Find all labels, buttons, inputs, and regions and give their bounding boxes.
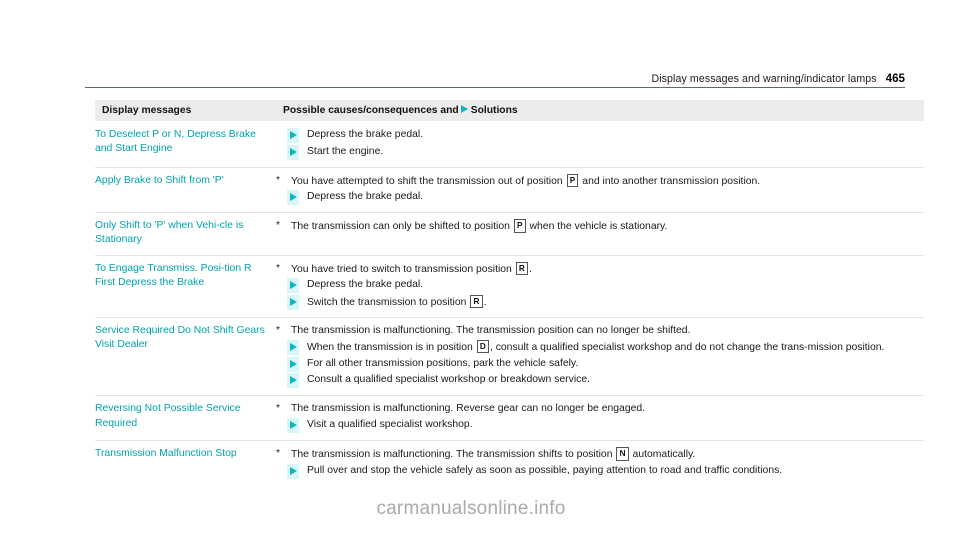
display-message-cell: Service Required Do Not Shift Gears Visi… — [95, 317, 273, 396]
triangle-glyph — [289, 466, 297, 475]
display-message-cell: Apply Brake to Shift from 'P' — [95, 166, 273, 213]
causes-solutions-cell: * The transmission is malfunctioning. Rev… — [273, 395, 924, 441]
causes-solutions-cell: * You have attempted to shift the transmi… — [273, 166, 924, 213]
asterisk-icon: * — [276, 325, 281, 337]
display-message-cell: Reversing Not Possible Service Required — [95, 395, 273, 441]
solution-arrow-icon — [287, 417, 299, 433]
cause-item: * The transmission is malfunctioning. Rev… — [276, 403, 646, 415]
triangle-glyph — [289, 281, 297, 290]
asterisk-icon: * — [276, 220, 281, 232]
solution-item: Visit a qualified specialist workshop. — [273, 417, 924, 433]
table-body: To Deselect P or N, Depress Brake and St… — [95, 122, 924, 486]
display-message-cell: To Engage Transmiss. Posi-tion R First D… — [95, 254, 273, 318]
solution-arrow-icon — [287, 190, 299, 206]
table-head: Display messages Possible causes/consequ… — [95, 100, 924, 122]
triangle-glyph — [289, 420, 297, 429]
solution-item: For all other transmission positions, pa… — [273, 356, 924, 372]
triangle-glyph — [289, 147, 297, 156]
solution-item: Consult a qualified specialist workshop … — [273, 373, 924, 389]
asterisk-icon: * — [276, 174, 281, 186]
solution-item: Start the engine. — [273, 144, 924, 160]
triangle-glyph — [289, 131, 297, 139]
solution-arrow-icon — [287, 356, 299, 372]
triangle-glyph — [289, 376, 297, 385]
cause-item: * The transmission is malfunctioning. The… — [276, 325, 691, 337]
causes-solutions-cell: * The transmission is malfunctioning. The… — [273, 439, 924, 486]
solution-item: When the transmission is in position D, … — [273, 339, 924, 356]
watermark: carmanualsonline.info — [376, 498, 566, 519]
page-title: Display messages and warning/indicator l… — [651, 73, 877, 85]
cause-item: * You have attempted to shift the transmi… — [276, 173, 761, 188]
triangle-glyph — [289, 342, 297, 351]
triangle-glyph — [289, 297, 297, 306]
column-header-causes-label: Possible causes/consequences and — [283, 105, 459, 116]
solution-arrow-icon — [287, 463, 299, 479]
solution-arrow-icon — [287, 278, 299, 294]
cause-item: * You have tried to switch to transmissio… — [276, 261, 532, 276]
gear-position-badge: P — [513, 219, 526, 233]
table-row: Reversing Not Possible Service Required *… — [95, 395, 924, 441]
column-header-solutions-label: Solutions — [470, 105, 518, 116]
solution-item: Pull over and stop the vehicle safely as… — [273, 463, 924, 479]
table-row: Transmission Malfunction Stop * The transm… — [95, 439, 924, 486]
table-row: Only Shift to 'P' when Vehi-cle is Stati… — [95, 212, 924, 255]
triangle-glyph — [289, 359, 297, 368]
causes-solutions-cell: Depress the brake pedal. Start the engine… — [273, 122, 924, 168]
column-header-display-messages: Display messages — [95, 100, 273, 122]
asterisk-icon: * — [276, 447, 281, 459]
table-row: Apply Brake to Shift from 'P' * You have a… — [95, 166, 924, 213]
gear-position-badge: R — [515, 261, 529, 276]
causes-solutions-cell: * The transmission is malfunctioning. The… — [273, 317, 924, 396]
solution-item: Depress the brake pedal. — [273, 190, 924, 206]
cause-item: * The transmission can only be shifted to… — [276, 219, 668, 233]
table-header-row: Display messages Possible causes/consequ… — [95, 100, 924, 122]
causes-solutions-cell: * The transmission can only be shifted to… — [273, 212, 924, 255]
gear-position-badge: R — [470, 294, 483, 309]
table-row: To Engage Transmiss. Posi-tion R First D… — [95, 254, 924, 318]
causes-solutions-cell: * You have tried to switch to transmissio… — [273, 254, 924, 318]
solutions-arrow-icon — [460, 105, 468, 113]
table-row: Service Required Do Not Shift Gears Visi… — [95, 317, 924, 396]
gear-position-badge: N — [616, 446, 629, 461]
gear-position-badge: D — [476, 339, 489, 354]
column-header-causes-solutions: Possible causes/consequences and Solution… — [273, 100, 924, 122]
display-message-cell: To Deselect P or N, Depress Brake and St… — [95, 129, 256, 155]
display-message-cell: Only Shift to 'P' when Vehi-cle is Stati… — [95, 212, 273, 255]
solution-arrow-icon — [287, 373, 299, 389]
asterisk-icon: * — [276, 403, 281, 415]
page-header: Display messages and warning/indicator l… — [85, 66, 905, 88]
solution-item: Depress the brake pedal. — [273, 128, 924, 143]
solution-arrow-icon — [287, 294, 299, 311]
solution-arrow-icon — [287, 144, 299, 160]
gear-position-badge: P — [566, 173, 579, 188]
display-message-cell: Transmission Malfunction Stop — [95, 439, 273, 486]
solution-item: Switch the transmission to position R. — [273, 294, 924, 311]
table-row: To Deselect P or N, Depress Brake and St… — [95, 122, 924, 168]
solution-item: Depress the brake pedal. — [273, 278, 924, 294]
asterisk-icon: * — [276, 262, 281, 274]
triangle-glyph — [289, 193, 297, 202]
solution-arrow-icon — [287, 128, 299, 143]
solution-arrow-icon — [287, 339, 299, 356]
cause-item: * The transmission is malfunctioning. The… — [276, 446, 696, 461]
display-messages-table: Display messages Possible causes/consequ… — [95, 100, 924, 486]
page-number: 465 — [885, 72, 905, 85]
